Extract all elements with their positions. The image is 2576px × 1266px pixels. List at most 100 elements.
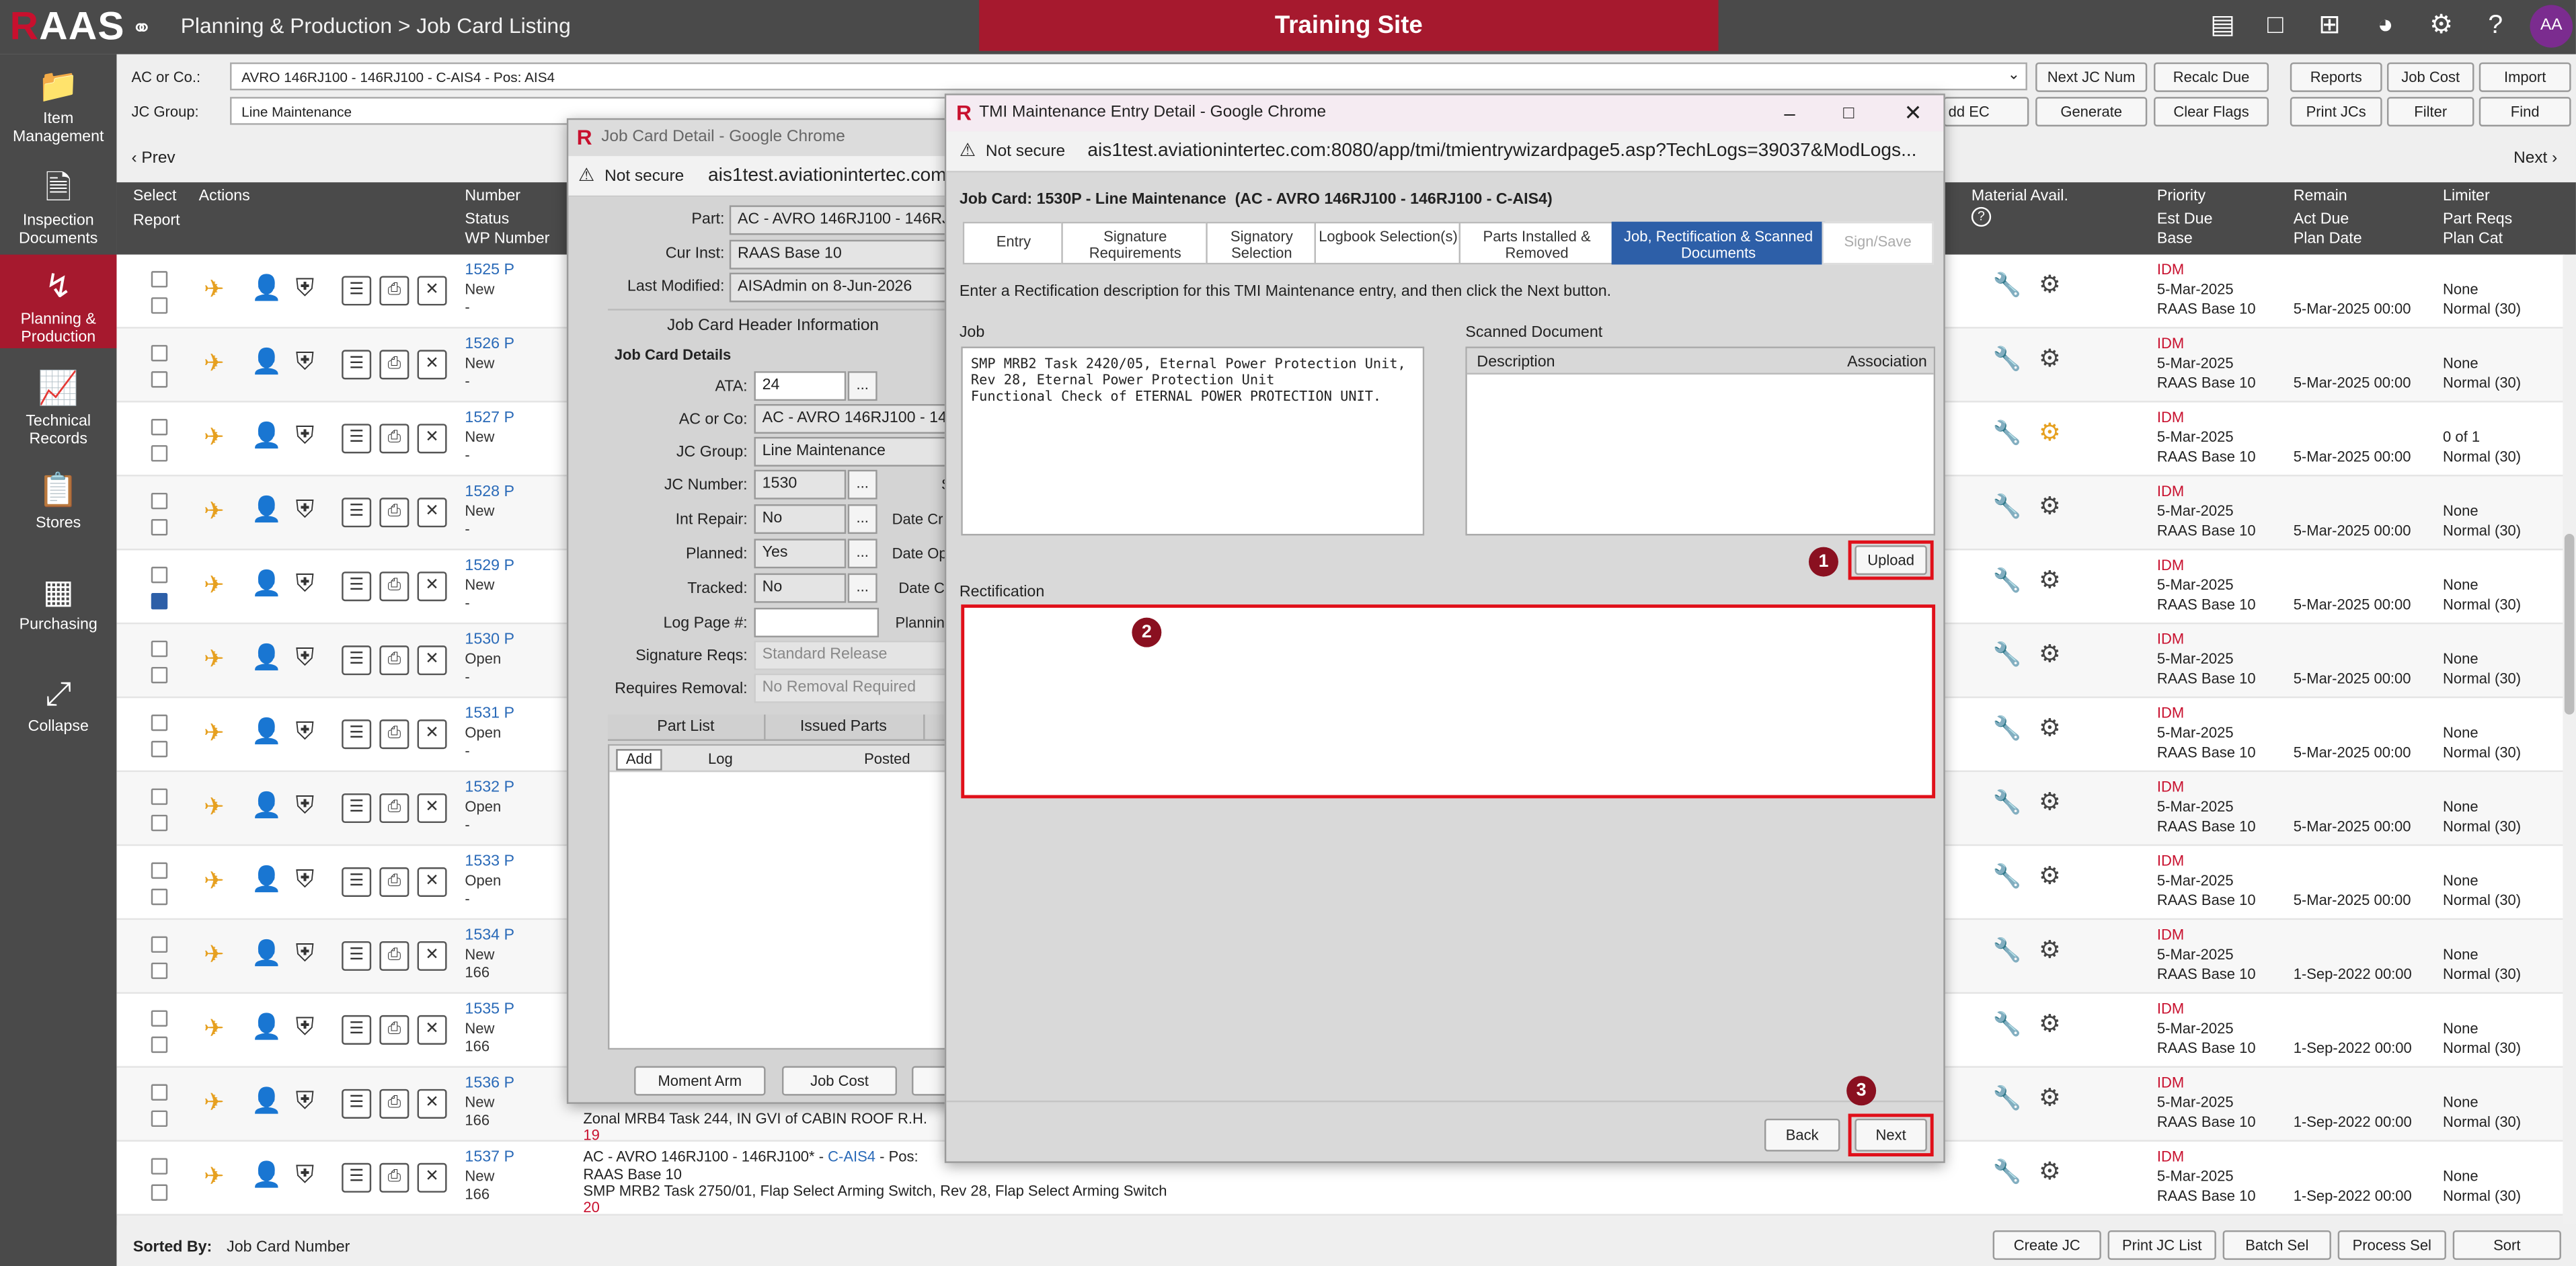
- task-list-icon[interactable]: ☰: [342, 793, 372, 824]
- task-list-icon[interactable]: ☰: [342, 350, 372, 380]
- create-jc-button[interactable]: Create JC: [1992, 1230, 2101, 1260]
- sort-button[interactable]: Sort: [2452, 1230, 2561, 1260]
- next-link[interactable]: Next ›: [2513, 149, 2557, 167]
- help-icon[interactable]: ?: [2477, 8, 2513, 44]
- job-card-number[interactable]: 1528 P: [465, 483, 514, 501]
- plane-check-icon[interactable]: ✈: [204, 646, 225, 674]
- close-icon[interactable]: ✕: [417, 1089, 447, 1119]
- print-icon[interactable]: ⎙: [379, 645, 409, 676]
- select-checkbox[interactable]: [151, 271, 168, 288]
- select-checkbox[interactable]: [151, 714, 168, 731]
- report-checkbox[interactable]: [151, 371, 168, 388]
- reports-button[interactable]: Reports: [2290, 62, 2382, 92]
- gear-icon[interactable]: ⚙: [2039, 344, 2061, 373]
- scrollbar-thumb[interactable]: [2564, 534, 2575, 715]
- upload-button[interactable]: Upload: [1855, 545, 1927, 576]
- close-icon[interactable]: ✕: [417, 571, 447, 602]
- assign-user-icon[interactable]: 👤: [251, 645, 282, 672]
- task-list-icon[interactable]: ☰: [342, 1089, 372, 1119]
- ata-field[interactable]: 24: [754, 371, 847, 401]
- wrench-icon[interactable]: 🔧: [1993, 493, 2022, 521]
- plane-check-icon[interactable]: ✈: [204, 794, 225, 822]
- step-signature-requirements[interactable]: Signature Requirements: [1061, 221, 1210, 265]
- job-card-number[interactable]: 1532 P: [465, 779, 514, 797]
- priority-header[interactable]: Priority: [2157, 188, 2206, 206]
- close-icon[interactable]: ✕: [417, 350, 447, 380]
- gear-icon[interactable]: ⚙: [2039, 1008, 2061, 1039]
- tracked-lookup-button[interactable]: ...: [847, 573, 877, 603]
- job-card-number[interactable]: 1530 P: [465, 631, 514, 649]
- moment-arm-button[interactable]: Moment Arm: [634, 1066, 766, 1096]
- print-icon[interactable]: ⎙: [379, 719, 409, 750]
- plane-check-icon[interactable]: ✈: [204, 425, 225, 452]
- wrench-icon[interactable]: 🔧: [1993, 419, 2022, 447]
- ac-select[interactable]: AVRO 146RJ100 - 146RJ100 - C-AIS4 - Pos:…: [230, 62, 2027, 91]
- remain-header[interactable]: Remain: [2294, 188, 2347, 206]
- pie-chart-icon[interactable]: ◕: [2368, 8, 2404, 44]
- report-checkbox[interactable]: [151, 814, 168, 832]
- assign-user-icon[interactable]: 👤: [251, 719, 282, 746]
- job-card-number[interactable]: 1536 P: [465, 1074, 514, 1093]
- sidebar-item-purchasing[interactable]: ▦ Purchasing: [0, 573, 116, 647]
- report-header[interactable]: Report: [133, 212, 180, 230]
- limiter-header[interactable]: Limiter: [2443, 188, 2490, 206]
- grid-scrollbar[interactable]: [2563, 254, 2576, 1224]
- gear-icon[interactable]: ⚙: [2039, 639, 2061, 669]
- job-card-number[interactable]: 1529 P: [465, 557, 514, 575]
- shield-check-icon[interactable]: ⛨: [296, 867, 315, 894]
- planned-lookup-button[interactable]: ...: [847, 539, 877, 569]
- job-card-number[interactable]: 1531 P: [465, 705, 514, 723]
- assign-user-icon[interactable]: 👤: [251, 497, 282, 524]
- shield-check-icon[interactable]: ⛨: [296, 941, 315, 967]
- job-card-number[interactable]: 1527 P: [465, 409, 514, 427]
- tab-part-list[interactable]: Part List: [657, 718, 714, 736]
- close-icon[interactable]: ✕: [417, 645, 447, 676]
- jc-url-bar[interactable]: ⚠ Not secure ais1test.aviationintertec.c…: [568, 156, 960, 198]
- assign-user-icon[interactable]: 👤: [251, 867, 282, 894]
- shield-check-icon[interactable]: ⛨: [296, 423, 315, 450]
- close-icon[interactable]: ✕: [417, 867, 447, 897]
- select-checkbox[interactable]: [151, 566, 168, 584]
- gear-icon[interactable]: ⚙: [2039, 270, 2061, 299]
- recalc-due-button[interactable]: Recalc Due: [2154, 62, 2269, 92]
- close-icon[interactable]: ✕: [417, 424, 447, 454]
- shield-check-icon[interactable]: ⛨: [296, 571, 315, 598]
- task-list-icon[interactable]: ☰: [342, 498, 372, 528]
- select-checkbox[interactable]: [151, 640, 168, 658]
- wrench-icon[interactable]: 🔧: [1993, 937, 2022, 965]
- close-icon[interactable]: ✕: [417, 276, 447, 306]
- sidebar-item-collapse[interactable]: ⤢ Collapse: [0, 675, 116, 749]
- row-1537-reg-link[interactable]: C-AIS4: [828, 1148, 875, 1164]
- job-textarea[interactable]: SMP MRB2 Task 2420/05, Eternal Power Pro…: [961, 346, 1425, 536]
- task-list-icon[interactable]: ☰: [342, 1162, 372, 1193]
- gear-icon[interactable]: ⚙: [2039, 935, 2061, 965]
- find-button[interactable]: Find: [2479, 97, 2571, 127]
- assign-user-icon[interactable]: 👤: [251, 793, 282, 820]
- est-due-header[interactable]: Est Due: [2157, 210, 2213, 229]
- plane-check-icon[interactable]: ✈: [204, 942, 225, 969]
- contact-card-icon[interactable]: ▤: [2205, 8, 2241, 44]
- chat-icon[interactable]: □: [2257, 8, 2294, 44]
- print-icon[interactable]: ⎙: [379, 867, 409, 897]
- select-checkbox[interactable]: [151, 1010, 168, 1027]
- wrench-icon[interactable]: 🔧: [1993, 863, 2022, 891]
- maximize-icon[interactable]: □: [1843, 95, 1854, 132]
- clear-flags-button[interactable]: Clear Flags: [2154, 97, 2269, 127]
- add-ec-button[interactable]: dd EC: [1943, 97, 2029, 127]
- select-checkbox[interactable]: [151, 492, 168, 510]
- close-icon[interactable]: ✕: [417, 941, 447, 971]
- raas-logo[interactable]: RAAS: [10, 5, 125, 50]
- plane-check-icon[interactable]: ✈: [204, 1016, 225, 1043]
- report-checkbox[interactable]: [151, 962, 168, 980]
- base-header[interactable]: Base: [2157, 230, 2193, 248]
- shield-check-icon[interactable]: ⛨: [296, 275, 315, 302]
- report-checkbox[interactable]: [151, 740, 168, 758]
- task-list-icon[interactable]: ☰: [342, 867, 372, 897]
- shield-check-icon[interactable]: ⛨: [296, 349, 315, 376]
- print-icon[interactable]: ⎙: [379, 276, 409, 306]
- settings-gear-icon[interactable]: ⚙: [2423, 8, 2460, 44]
- filter-button[interactable]: Filter: [2386, 97, 2474, 127]
- back-button[interactable]: Back: [1764, 1118, 1840, 1152]
- task-list-icon[interactable]: ☰: [342, 941, 372, 971]
- wrench-icon[interactable]: 🔧: [1993, 1084, 2022, 1113]
